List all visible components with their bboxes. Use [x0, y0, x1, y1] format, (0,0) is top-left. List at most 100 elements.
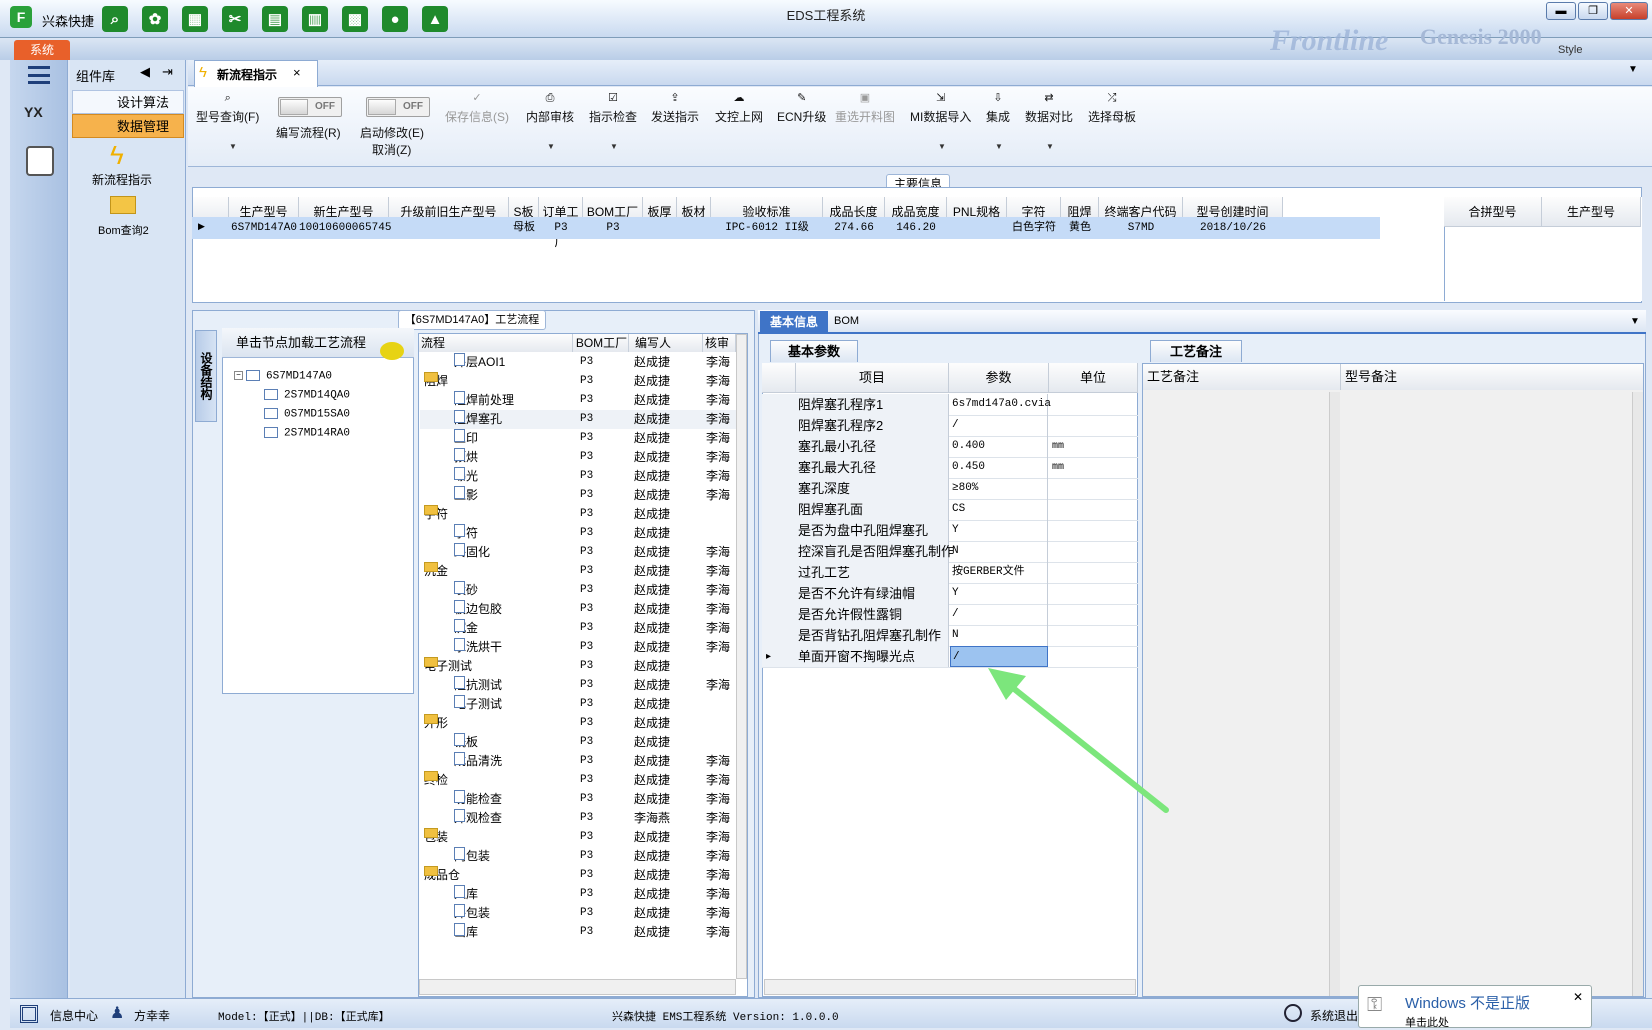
table-row[interactable]: 水洗烘干 P3 赵成捷 李海: [420, 638, 736, 657]
column-header[interactable]: BOM工厂: [573, 334, 629, 352]
close-icon[interactable]: ×: [293, 65, 301, 80]
table-row[interactable]: ▸ 单面开窗不掏曝光点 /: [762, 646, 1138, 668]
ecn-upgrade-button[interactable]: ✎ ECN升级: [777, 92, 826, 125]
vertical-scrollbar[interactable]: [1329, 392, 1340, 996]
table-row[interactable]: 阻焊塞孔 P3 赵成捷 李海: [420, 410, 736, 429]
mi-import-button[interactable]: ⇲ MI数据导入: [910, 92, 971, 125]
param-value-input[interactable]: ≥80%: [950, 478, 1048, 499]
send-instruction-button[interactable]: ⇪ 发送指示: [651, 92, 699, 125]
horizontal-scrollbar[interactable]: [764, 979, 1136, 995]
tree-node[interactable]: − 6S7MD147A0: [234, 370, 332, 382]
table-row[interactable]: −终检 P3 赵成捷 李海: [420, 771, 736, 790]
chevron-down-icon[interactable]: ▼: [610, 142, 618, 151]
tab-bom[interactable]: BOM: [834, 315, 859, 327]
vertical-scrollbar[interactable]: [1632, 392, 1643, 996]
table-row[interactable]: 板边包胶 P3 赵成捷 李海: [420, 600, 736, 619]
table-row[interactable]: 阻焊塞孔程序1 6s7md147a0.cvia: [762, 394, 1138, 416]
param-value-input[interactable]: 0.400: [950, 436, 1048, 457]
table-row[interactable]: 字符 P3 赵成捷: [420, 524, 736, 543]
table-row[interactable]: 是否允许假性露铜 /: [762, 604, 1138, 626]
vertical-tab-structure[interactable]: 设备结构: [195, 330, 217, 422]
table-row[interactable]: 阻焊前处理 P3 赵成捷 李海: [420, 391, 736, 410]
param-value-input[interactable]: /: [950, 604, 1048, 625]
gear-icon[interactable]: ✿: [142, 6, 168, 32]
table-row[interactable]: 预烘 P3 赵成捷 李海: [420, 448, 736, 467]
column-header[interactable]: 项目: [796, 363, 949, 393]
table-row[interactable]: −沉金 P3 赵成捷 李海: [420, 562, 736, 581]
search-icon[interactable]: ⌕: [102, 6, 128, 32]
table-row[interactable]: 出库 P3 赵成捷 李海: [420, 923, 736, 942]
integrate-button[interactable]: ⇩ 集成: [986, 92, 1010, 125]
write-flow-toggle[interactable]: OFF: [278, 97, 342, 117]
table-row[interactable]: 阻焊塞孔面 CS: [762, 499, 1138, 521]
column-header[interactable]: 流程: [419, 334, 573, 352]
tree-node[interactable]: 2S7MD14RA0: [264, 427, 350, 439]
vertical-scrollbar[interactable]: [736, 334, 747, 979]
tree-node[interactable]: 2S7MD14QA0: [264, 389, 350, 401]
table-row[interactable]: 功能检查 P3 赵成捷 李海: [420, 790, 736, 809]
chevron-down-icon[interactable]: ▼: [995, 142, 1003, 151]
column-header[interactable]: 生产型号: [1542, 197, 1641, 227]
close-icon[interactable]: ✕: [1573, 990, 1583, 1004]
cancel-label[interactable]: 取消(Z): [372, 141, 411, 158]
column-header[interactable]: 核审: [703, 334, 736, 352]
table-icon[interactable]: ▦: [182, 6, 208, 32]
data-compare-button[interactable]: ⇄ 数据对比: [1025, 92, 1073, 125]
yx-factory-icon[interactable]: YX: [24, 104, 56, 136]
select-motherboard-button[interactable]: ⤮ 选择母板: [1088, 92, 1136, 125]
checkbox-icon[interactable]: [264, 408, 278, 419]
table-row[interactable]: 电子测试 P3 赵成捷: [420, 695, 736, 714]
table-row[interactable]: 是否不允许有绿油帽 Y: [762, 583, 1138, 605]
nav-item-design-algorithm[interactable]: 设计算法: [72, 90, 184, 114]
table-row[interactable]: 入库 P3 赵成捷 李海: [420, 885, 736, 904]
checkbox-icon[interactable]: [264, 427, 278, 438]
table-row[interactable]: −成品仓 P3 赵成捷 李海: [420, 866, 736, 885]
close-button[interactable]: ✕: [1610, 2, 1648, 20]
table-row[interactable]: −包装 P3 赵成捷 李海: [420, 828, 736, 847]
save-info-button[interactable]: ✓ 保存信息(S): [445, 92, 509, 125]
tab-new-flow[interactable]: ϟ 新流程指示 ×: [194, 60, 318, 87]
collapse-icon[interactable]: −: [234, 371, 243, 380]
table-row[interactable]: −阻焊 P3 赵成捷 李海: [420, 372, 736, 391]
nav-item-data-management[interactable]: 数据管理: [72, 114, 184, 138]
start-modify-toggle[interactable]: OFF: [366, 97, 430, 117]
calculator-icon[interactable]: [26, 146, 54, 176]
exit-button[interactable]: 系统退出: [1310, 1007, 1358, 1024]
nav-bom-query[interactable]: Bom查询2: [98, 222, 149, 238]
tab-basic-info[interactable]: 基本信息: [760, 311, 828, 333]
table-row[interactable]: 沉金 P3 赵成捷 李海: [420, 619, 736, 638]
grid-icon[interactable]: ▩: [342, 6, 368, 32]
checkbox-icon[interactable]: [264, 389, 278, 400]
table-row[interactable]: 外观检查 P3 李海燕 李海: [420, 809, 736, 828]
column-header[interactable]: 工艺备注: [1143, 364, 1341, 390]
param-value-input[interactable]: 0.450: [950, 457, 1048, 478]
column-header[interactable]: 型号备注: [1341, 364, 1643, 390]
table-row[interactable]: 喷砂 P3 赵成捷 李海: [420, 581, 736, 600]
table-row[interactable]: 外包装 P3 赵成捷 李海: [420, 904, 736, 923]
scissors-icon[interactable]: ✂: [222, 6, 248, 32]
instruction-check-button[interactable]: ☑ 指示检查: [589, 92, 637, 125]
publish-button[interactable]: ☁ 文控上网: [715, 92, 763, 125]
table-row[interactable]: 控深盲孔是否阻焊塞孔制作 N: [762, 541, 1138, 563]
info-center[interactable]: 信息中心: [50, 1007, 98, 1024]
table-row[interactable]: 铣板 P3 赵成捷: [420, 733, 736, 752]
table-row[interactable]: 塞孔最小孔径 0.400 mm: [762, 436, 1138, 458]
table-row[interactable]: −字符 P3 赵成捷: [420, 505, 736, 524]
chevron-down-icon[interactable]: ▼: [1628, 64, 1638, 75]
tree-node[interactable]: 0S7MD15SA0: [264, 408, 350, 420]
pin-icon[interactable]: ⇥: [162, 64, 173, 80]
user-icon[interactable]: ●: [382, 6, 408, 32]
chevron-down-icon[interactable]: ▼: [938, 142, 946, 151]
table-row[interactable]: 过孔工艺 按GERBER文件: [762, 562, 1138, 584]
checkbox-icon[interactable]: [246, 370, 260, 381]
param-value-input[interactable]: CS: [950, 499, 1048, 520]
table-row[interactable]: −电子测试 P3 赵成捷: [420, 657, 736, 676]
tab-basic-params[interactable]: 基本参数: [770, 340, 858, 362]
param-value-input[interactable]: 6s7md147a0.cvia: [950, 394, 1051, 415]
model-query-button[interactable]: ⌕ 型号查询(F): [196, 92, 259, 125]
table-row[interactable]: 是否为盘中孔阻焊塞孔 Y: [762, 520, 1138, 542]
nav-new-flow[interactable]: 新流程指示: [92, 171, 152, 188]
table-row[interactable]: 外层AOI1 P3 赵成捷 李海: [420, 353, 736, 372]
column-header[interactable]: 合拼型号: [1444, 197, 1542, 227]
film-icon[interactable]: ▤: [262, 6, 288, 32]
